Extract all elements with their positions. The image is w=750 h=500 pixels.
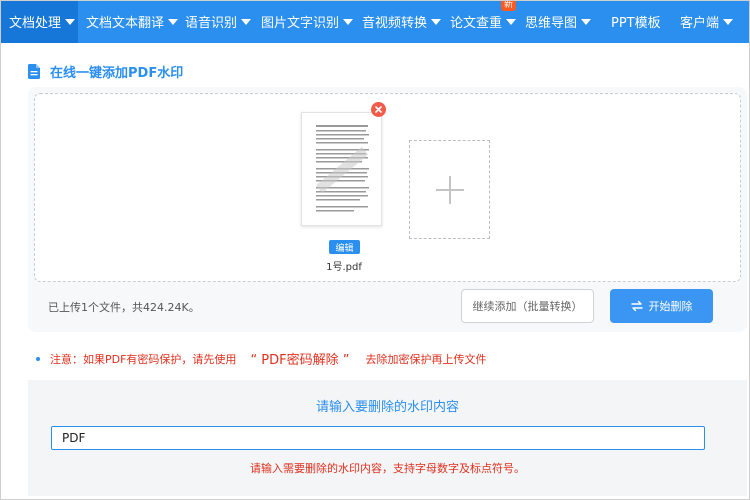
nav-item-label: 思维导图 — [525, 16, 578, 31]
nav-item-speech-recognition[interactable]: 语音识别 — [175, 0, 252, 43]
password-notice: 注意：如果PDF有密码保护，请先使用 “ PDF密码解除 ” 去除加密保护再上传… — [36, 349, 487, 368]
nav-item-label: 图片文字识别 — [261, 16, 340, 31]
file-name: 1号.pdf — [326, 262, 362, 273]
nav-item-label: 客户端 — [680, 16, 720, 31]
document-icon — [28, 64, 40, 79]
swap-icon — [630, 300, 643, 312]
upload-summary: 已上传1个文件，共424.24K。 — [48, 301, 200, 314]
page-title-text: 在线一键添加PDF水印 — [50, 66, 184, 81]
chevron-down-icon — [723, 18, 734, 25]
chevron-down-icon — [581, 18, 592, 25]
nav-item-label: 文档文本翻译 — [86, 16, 165, 31]
remove-file-icon[interactable] — [371, 102, 386, 117]
watermark-text-input[interactable] — [51, 426, 705, 450]
nav-item-label: 论文查重 — [450, 16, 503, 31]
nav-item-plagiarism-check[interactable]: 论文查重 新 — [442, 0, 518, 43]
continue-add-button[interactable]: 继续添加（批量转换） — [461, 289, 594, 323]
bullet-dot — [36, 356, 40, 361]
pdf-thumbnail[interactable] — [301, 112, 382, 226]
upload-card: 编辑 1号.pdf 已上传1个文件，共424.24K。 继续添加（批量转换） 开… — [28, 87, 747, 332]
new-badge: 新 — [500, 0, 516, 11]
top-navigation: 文档处理 文档文本翻译 语音识别 图片文字识别 音视频转换 论文查重 新 思维导… — [0, 0, 750, 43]
file-drop-zone[interactable]: 编辑 1号.pdf — [34, 93, 741, 282]
chevron-down-icon — [241, 18, 252, 25]
start-remove-label: 开始删除 — [648, 300, 693, 313]
notice-prefix: 注意：如果PDF有密码保护，请先使用 — [50, 352, 237, 366]
chevron-down-icon — [506, 18, 517, 25]
chevron-down-icon — [65, 18, 76, 25]
nav-item-client[interactable]: 客户端 — [669, 0, 750, 43]
watermark-hint: 请输入需要删除的水印内容，支持字母数字及标点符号。 — [250, 462, 525, 475]
page-title: 在线一键添加PDF水印 — [28, 62, 183, 81]
chevron-down-icon — [431, 18, 442, 25]
start-remove-button[interactable]: 开始删除 — [610, 289, 713, 323]
nav-item-label: 音视频转换 — [362, 16, 428, 31]
nav-item-media-conversion[interactable]: 音视频转换 — [352, 0, 442, 43]
notice-suffix: 去除加密保护再上传文件 — [365, 352, 487, 366]
nav-item-image-ocr[interactable]: 图片文字识别 — [252, 0, 354, 43]
watermark-heading: 请输入要删除的水印内容 — [315, 400, 459, 415]
nav-item-label: 语音识别 — [185, 16, 238, 31]
nav-item-document-processing[interactable]: 文档处理 — [0, 0, 78, 43]
nav-item-ppt-templates[interactable]: PPT模板 — [601, 0, 669, 43]
watermark-section: 请输入要删除的水印内容 请输入需要删除的水印内容，支持字母数字及标点符号。 — [28, 380, 747, 496]
nav-item-label: 文档处理 — [9, 16, 62, 31]
add-file-button[interactable] — [409, 140, 490, 239]
nav-item-mind-map[interactable]: 思维导图 — [518, 0, 601, 43]
pdf-password-remove-link[interactable]: “ PDF密码解除 ” — [250, 349, 349, 368]
plus-icon — [435, 175, 464, 204]
nav-item-label: PPT模板 — [611, 16, 661, 31]
nav-item-translation[interactable]: 文档文本翻译 — [78, 0, 179, 43]
continue-add-label: 继续添加（批量转换） — [472, 300, 583, 313]
edit-file-button[interactable]: 编辑 — [329, 240, 360, 254]
